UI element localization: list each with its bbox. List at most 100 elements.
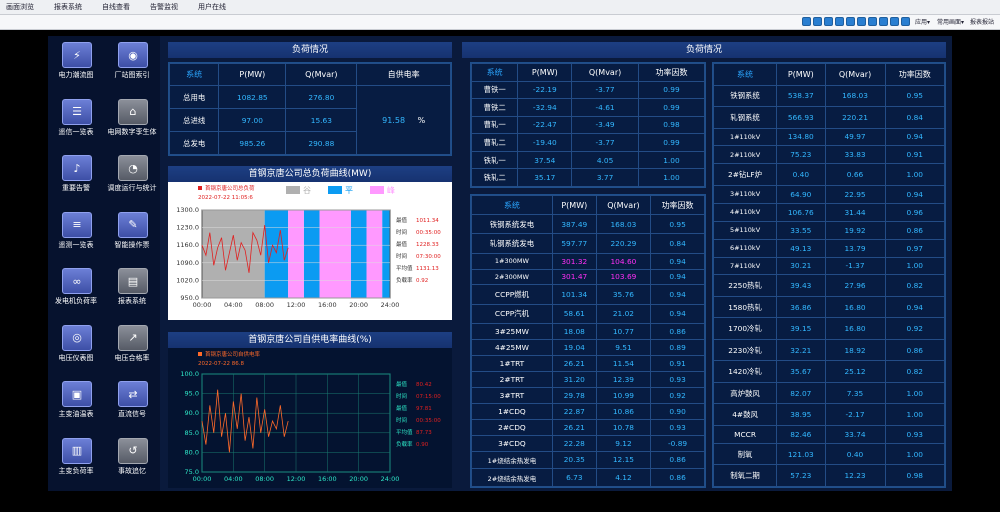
band-2-0 [288, 210, 304, 298]
window-icon[interactable] [890, 17, 899, 26]
stat-label: 时间 [396, 228, 407, 236]
cell-value: 0.92 [650, 386, 705, 404]
table-row: 2230冷轧 32.21 18.92 0.86 [712, 338, 946, 362]
menu-online-users[interactable]: 用户在线 [198, 2, 226, 12]
row-label: 制氧二期 [712, 464, 778, 487]
row-label: 2230冷轧 [712, 338, 778, 362]
cell-value: 220.21 [824, 106, 886, 129]
menu-screen-browse[interactable]: 画面浏览 [6, 2, 34, 12]
col-header: P(MW) [517, 63, 573, 82]
row-label: 2#110kV [712, 145, 778, 165]
row-label: 4#25MW [471, 338, 553, 356]
table-row: 轧钢系统发电 597.77 220.29 0.84 [471, 233, 705, 254]
cell-value: 0.95 [884, 84, 946, 107]
table-row: 铁钢系统发电 387.49 168.03 0.95 [471, 214, 705, 235]
sidebar-item-voltage-rate[interactable]: ↗ 电压合格率 [104, 323, 160, 373]
cell-value: 0.98 [884, 464, 946, 487]
sidebar-item-alarm-bell[interactable]: ♪ 重要告警 [48, 153, 104, 203]
common-screens-menu[interactable]: 常用画面▾ [937, 17, 964, 26]
cell-value: 16.80 [824, 295, 886, 319]
cell-value: 39.43 [776, 274, 826, 297]
table-row: 1#CDQ 22.87 10.86 0.90 [471, 402, 705, 420]
band-legend-swatch [370, 186, 384, 194]
row-total-in-label: 总进线 [168, 108, 220, 132]
cell-value: 58.61 [551, 303, 597, 324]
row-label: 铁轧一 [470, 150, 519, 170]
total-use-p: 1082.85 [218, 85, 287, 109]
sidebar-item-accident-recall[interactable]: ↺ 事故追忆 [104, 436, 160, 486]
row-label: 1#烧结余热发电 [471, 450, 553, 470]
sidebar-item-transformer-load[interactable]: ▥ 主变负荷率 [48, 436, 104, 486]
sidebar-item-label: 主变负荷率 [58, 466, 94, 475]
app-menu[interactable]: 应用▾ [915, 17, 930, 26]
band-1-3 [382, 210, 390, 298]
sidebar-item-label: 电网数字孪生体 [107, 127, 157, 136]
sidebar-item-voltage-meter[interactable]: ◎ 电压仪表图 [48, 323, 104, 373]
sidebar-item-plant-index[interactable]: ◉ 厂站图索引 [104, 40, 160, 90]
telemetry-list-icon: ≡ [62, 211, 92, 238]
sidebar-item-report[interactable]: ▤ 报表系统 [104, 266, 160, 316]
row-label: 3#25MW [471, 322, 553, 340]
table-row: 制氧二期 57.23 12.23 0.98 [712, 464, 946, 487]
sidebar-item-dispatch-gauge[interactable]: ◔ 调度运行与统计 [104, 153, 160, 203]
sidebar-item-operation-ticket[interactable]: ✎ 智能操作票 [104, 210, 160, 260]
cell-value: 0.40 [776, 163, 826, 186]
sidebar-item-label: 智能操作票 [114, 240, 150, 249]
cell-value: 1.00 [637, 168, 706, 187]
report-icon: ▤ [118, 268, 148, 294]
row-label: 曹铁一 [470, 80, 519, 100]
cell-value: 301.47 [551, 268, 597, 286]
row-label: CCPP汽机 [471, 303, 553, 324]
report-search-label[interactable]: 报表报站 [970, 17, 994, 26]
table-row: 3#110kV 64.90 22.95 0.94 [712, 184, 946, 204]
table-row: 2#110kV 75.23 33.83 0.91 [712, 145, 946, 165]
col-p: P(MW) [218, 63, 287, 86]
cell-value: 22.87 [551, 402, 597, 420]
sidebar-item-generator-load[interactable]: ∞ 发电机负荷率 [48, 266, 104, 316]
x-tick-label: 20:00 [349, 475, 368, 483]
table-c: 系统 P(MW) Q(Mvar) 功率因数 铁钢系统 538.37 168.03 0.95 轧钢… [712, 62, 946, 488]
cell-value: 35.76 [595, 284, 652, 305]
cell-value: 0.94 [884, 184, 946, 204]
sidebar: ⚡ 电力潮流图 ◉ 厂站图索引 ☰ 遥信一览表 ⌂ 电网数字孪生体 ♪ 重要告警 ◔ 调度运行与统计 ≡… [48, 36, 160, 491]
row-label: 1#CDQ [471, 402, 553, 420]
back-icon[interactable] [802, 17, 811, 26]
cell-value: 26.21 [551, 354, 597, 372]
zoom-out-icon[interactable] [857, 17, 866, 26]
self-supply-unit: % [417, 115, 426, 125]
refresh-icon[interactable] [835, 17, 844, 26]
zoom-in-icon[interactable] [846, 17, 855, 26]
stat-label: 平均值 [396, 264, 413, 272]
sidebar-item-label: 遥测一览表 [58, 240, 94, 249]
legend-label: 首钢京唐公司总负荷 [205, 184, 255, 192]
cell-value: 597.77 [551, 233, 597, 254]
menu-report-system[interactable]: 报表系统 [54, 2, 82, 12]
print-icon[interactable] [868, 17, 877, 26]
cell-value: 1.00 [884, 442, 946, 466]
save-icon[interactable] [879, 17, 888, 26]
home-icon[interactable] [824, 17, 833, 26]
cell-value: 0.92 [884, 317, 946, 340]
cell-value: 0.99 [637, 133, 706, 152]
table-row: 2250热轧 39.43 27.96 0.82 [712, 274, 946, 297]
sidebar-item-flow-diagram[interactable]: ⚡ 电力潮流图 [48, 40, 104, 90]
row-label: 2250热轧 [712, 274, 778, 297]
cell-value: 387.49 [551, 214, 597, 235]
menu-alarm-monitor[interactable]: 告警监视 [150, 2, 178, 12]
x-tick-label: 16:00 [318, 301, 337, 309]
sidebar-item-dc-signal[interactable]: ⇄ 直流信号 [104, 379, 160, 429]
sidebar-item-telemetry-list[interactable]: ≡ 遥测一览表 [48, 210, 104, 260]
sidebar-item-oil-temp[interactable]: ▣ 主变油温表 [48, 379, 104, 429]
sidebar-item-digital-twin[interactable]: ⌂ 电网数字孪生体 [104, 97, 160, 147]
forward-icon[interactable] [813, 17, 822, 26]
band-legend-swatch [328, 186, 342, 194]
sidebar-item-label: 厂站图索引 [114, 71, 150, 79]
menu-line-view[interactable]: 自线查看 [102, 2, 130, 12]
table-row: 2#300MW 301.47 103.69 0.94 [471, 268, 705, 286]
table-row: 4#25MW 19.04 9.51 0.89 [471, 338, 705, 356]
total-gen-p: 985.26 [218, 131, 287, 155]
cell-value: 13.79 [824, 238, 886, 258]
col-system: 系统 [168, 63, 220, 86]
sidebar-item-telesignal-list[interactable]: ☰ 遥信一览表 [48, 97, 104, 147]
settings-icon[interactable] [901, 17, 910, 26]
